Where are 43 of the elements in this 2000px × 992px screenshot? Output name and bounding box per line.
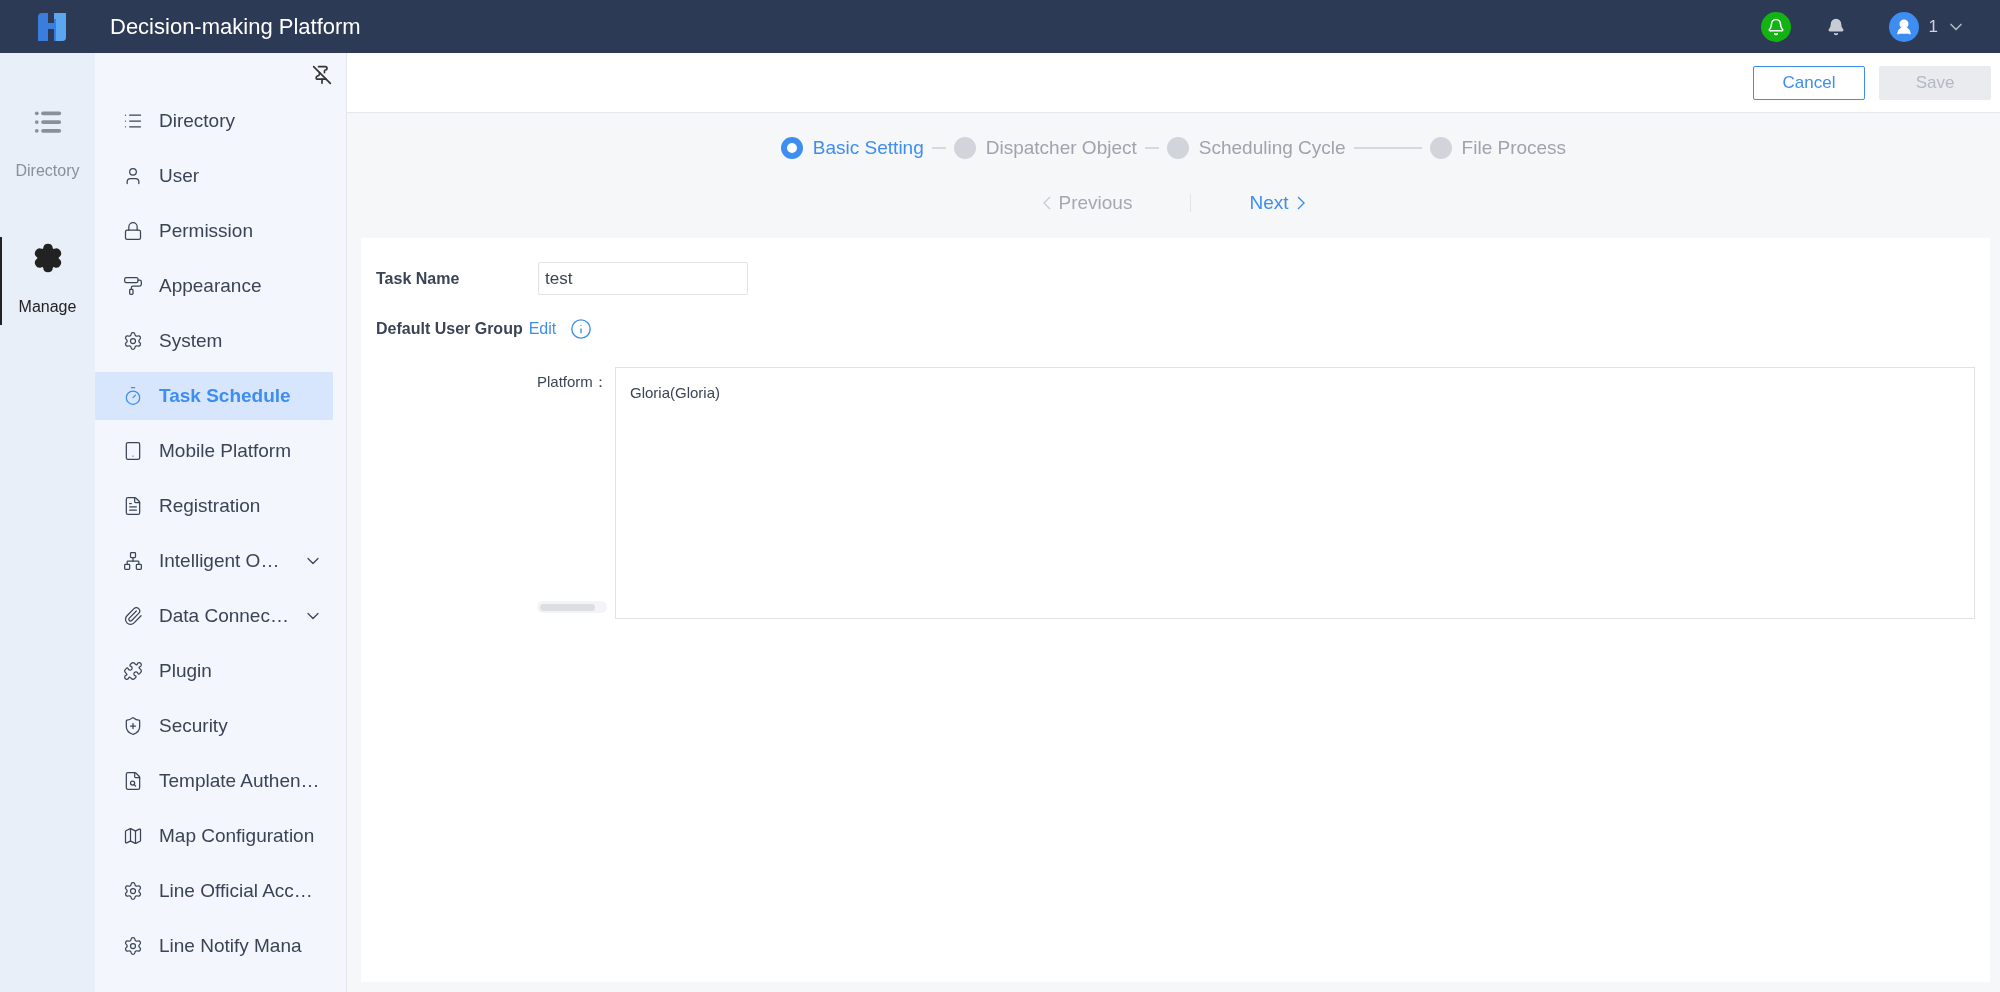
platform-label: Platform： xyxy=(537,372,609,392)
sidebar-item[interactable]: Security xyxy=(95,702,333,750)
sidebar-item[interactable]: Line Notify Mana xyxy=(95,922,333,970)
sidebar-item[interactable]: Template Authen… xyxy=(95,757,333,805)
sidebar-item[interactable]: System xyxy=(95,317,333,365)
sidebar-item[interactable]: Line Official Acc… xyxy=(95,867,333,915)
member-item: Gloria(Gloria) xyxy=(630,383,721,403)
form-icon xyxy=(123,496,143,516)
lock-icon xyxy=(123,221,143,241)
app-title: Decision-making Platform xyxy=(110,13,361,41)
sidebar-item[interactable]: Intelligent O… xyxy=(95,537,333,585)
sidebar-item[interactable]: Plugin xyxy=(95,647,333,695)
tablet-icon xyxy=(123,441,143,461)
notification-button[interactable] xyxy=(1760,11,1791,42)
scrollbar[interactable] xyxy=(537,601,607,613)
field-label: Default User Group xyxy=(376,319,523,339)
unpin-icon[interactable] xyxy=(312,65,332,85)
sidebar-item[interactable]: Data Connec… xyxy=(95,592,333,640)
avatar-icon[interactable] xyxy=(1888,11,1919,42)
timer-icon xyxy=(123,386,143,406)
field-label: Task Name xyxy=(376,268,461,289)
sidebar-item[interactable]: Directory xyxy=(95,97,333,145)
network-icon xyxy=(123,551,143,571)
sidebar-item[interactable]: Mobile Platform xyxy=(95,427,333,475)
puzzle-icon xyxy=(123,661,143,681)
chevron-right-icon xyxy=(1296,195,1305,210)
paint-roller-icon xyxy=(123,276,143,296)
sidebar-item[interactable]: Registration xyxy=(95,482,333,530)
task-name-input[interactable]: test xyxy=(538,262,748,295)
sidebar-item[interactable]: Appearance xyxy=(95,262,333,310)
map-icon xyxy=(123,826,143,846)
shield-icon xyxy=(123,716,143,736)
user-name[interactable]: 1 xyxy=(1928,13,1938,40)
bell-icon[interactable] xyxy=(1826,17,1845,36)
sidebar-item[interactable]: Map Configuration xyxy=(95,812,333,860)
paperclip-icon xyxy=(123,606,143,626)
document-icon xyxy=(123,771,143,791)
chevron-left-icon xyxy=(1042,195,1051,210)
sidebar-item[interactable]: User xyxy=(95,152,333,200)
bell-icon xyxy=(1766,17,1785,36)
sidebar-item[interactable]: Permission xyxy=(95,207,333,255)
rail-item[interactable]: Manage xyxy=(0,237,95,325)
info-icon[interactable] xyxy=(570,318,593,340)
